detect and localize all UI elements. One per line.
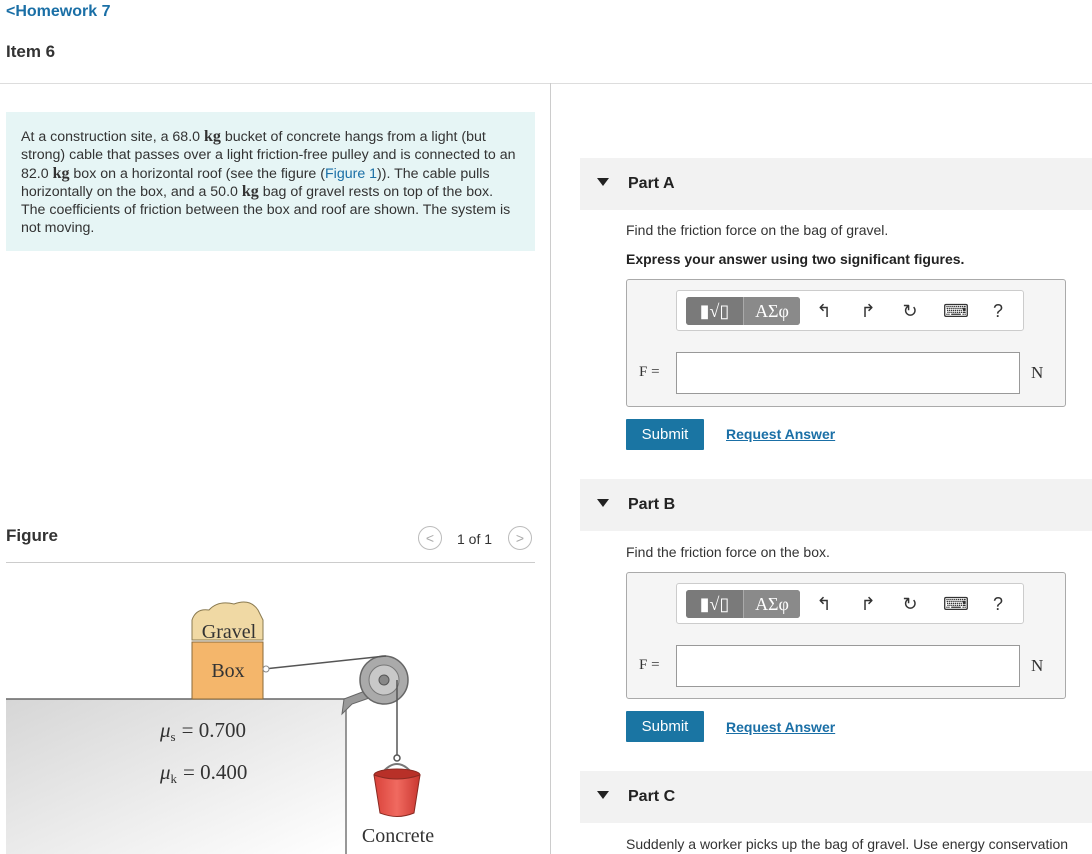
- greek-symbols-button[interactable]: ΑΣφ: [744, 590, 800, 618]
- figure-header: Figure < 1 of 1 >: [6, 524, 535, 563]
- template-button-group: ▮√▯ ΑΣφ: [686, 590, 800, 618]
- problem-text: box on a horizontal roof (see the figure…: [69, 165, 325, 182]
- keyboard-icon[interactable]: ⌨: [943, 299, 969, 323]
- templates-button[interactable]: ▮√▯: [686, 590, 744, 618]
- figure-illustration: Gravel Box μs = 0.700 μk = 0.400 Concrete: [6, 601, 434, 854]
- problem-text: At a construction site, a 68.0: [21, 129, 204, 145]
- part-a-instruction: Express your answer using two significan…: [626, 251, 965, 267]
- part-b-request-answer-link[interactable]: Request Answer: [726, 719, 835, 735]
- template-button-group: ▮√▯ ΑΣφ: [686, 297, 800, 325]
- undo-icon[interactable]: ↰: [813, 299, 835, 323]
- part-a-question: Find the friction force on the bag of gr…: [626, 222, 889, 238]
- reset-icon[interactable]: ↻: [899, 299, 921, 323]
- collapse-triangle-icon[interactable]: [597, 791, 609, 799]
- figure-title: Figure: [6, 526, 58, 545]
- part-a-answer-box: ▮√▯ ΑΣφ ↰ ↱ ↻ ⌨ ? F = N: [626, 279, 1066, 407]
- part-b-submit-button[interactable]: Submit: [626, 711, 704, 742]
- problem-statement: At a construction site, a 68.0 kg bucket…: [6, 112, 535, 251]
- keyboard-icon[interactable]: ⌨: [943, 592, 969, 616]
- collapse-triangle-icon[interactable]: [597, 499, 609, 507]
- box-cable-attachment: [262, 665, 270, 673]
- figure-link[interactable]: Figure 1: [325, 166, 377, 182]
- part-b-answer-input[interactable]: [676, 645, 1020, 687]
- part-a-submit-button[interactable]: Submit: [626, 419, 704, 450]
- gravel-label: Gravel: [202, 621, 257, 643]
- undo-icon[interactable]: ↰: [813, 592, 835, 616]
- part-c-header[interactable]: Part C: [580, 771, 1092, 823]
- part-c-title: Part C: [628, 788, 676, 805]
- part-b-title: Part B: [628, 496, 676, 513]
- redo-icon[interactable]: ↱: [857, 592, 879, 616]
- variable-label: F =: [639, 657, 660, 673]
- unit-kg: kg: [52, 164, 70, 182]
- bucket: [373, 774, 421, 817]
- box-label: Box: [211, 660, 244, 682]
- pulley-axle: [378, 674, 390, 686]
- part-a-header[interactable]: Part A: [580, 158, 1092, 210]
- reset-icon[interactable]: ↻: [899, 592, 921, 616]
- top-bar: <Homework 7 Item 6: [0, 0, 1092, 84]
- unit-kg: kg: [241, 182, 259, 200]
- part-b-header[interactable]: Part B: [580, 479, 1092, 531]
- unit-label: N: [1031, 363, 1044, 382]
- math-toolbar: ▮√▯ ΑΣφ ↰ ↱ ↻ ⌨ ?: [676, 583, 1024, 624]
- part-a-title: Part A: [628, 175, 675, 192]
- concrete-label: Concrete: [362, 825, 434, 847]
- help-icon[interactable]: ?: [987, 592, 1009, 616]
- part-b-answer-box: ▮√▯ ΑΣφ ↰ ↱ ↻ ⌨ ? F = N: [626, 572, 1066, 699]
- redo-icon[interactable]: ↱: [857, 299, 879, 323]
- item-title: Item 6: [6, 42, 56, 61]
- greek-symbols-button[interactable]: ΑΣφ: [744, 297, 800, 325]
- variable-label: F =: [639, 364, 660, 380]
- panel-divider: [550, 83, 551, 854]
- collapse-triangle-icon[interactable]: [597, 178, 609, 186]
- back-to-homework-link[interactable]: <Homework 7: [6, 3, 110, 21]
- unit-label: N: [1031, 656, 1044, 675]
- part-a-answer-input[interactable]: [676, 352, 1020, 394]
- part-c-question: Suddenly a worker picks up the bag of gr…: [626, 836, 1069, 852]
- help-icon[interactable]: ?: [987, 299, 1009, 323]
- previous-figure-button[interactable]: <: [418, 526, 442, 550]
- cable-hook: [393, 754, 401, 762]
- templates-button[interactable]: ▮√▯: [686, 297, 744, 325]
- unit-kg: kg: [203, 128, 221, 145]
- part-b-question: Find the friction force on the box.: [626, 544, 830, 560]
- part-a-request-answer-link[interactable]: Request Answer: [726, 426, 835, 442]
- next-figure-button[interactable]: >: [508, 526, 532, 550]
- figure-pager-text: 1 of 1: [457, 531, 493, 547]
- math-toolbar: ▮√▯ ΑΣφ ↰ ↱ ↻ ⌨ ?: [676, 290, 1024, 331]
